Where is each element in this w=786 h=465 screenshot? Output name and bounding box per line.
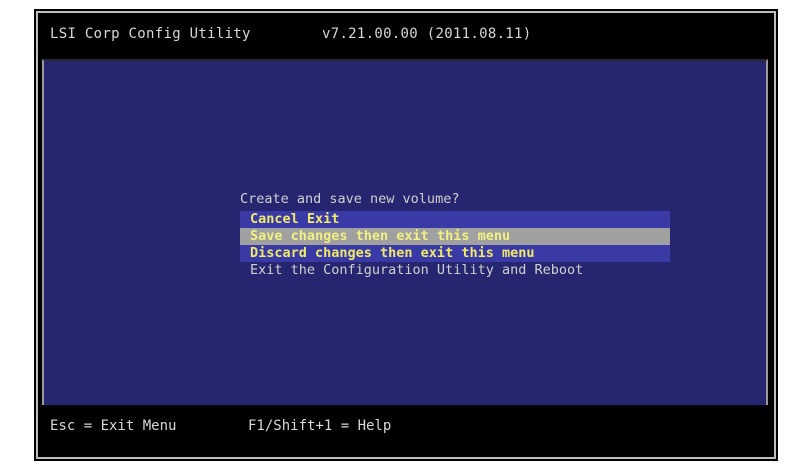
menu-option-save-and-exit[interactable]: Save changes then exit this menu <box>240 228 670 245</box>
esc-hint[interactable]: Esc = Exit Menu <box>50 418 176 434</box>
menu-option-discard-and-exit[interactable]: Discard changes then exit this menu <box>240 245 670 262</box>
app-version: v7.21.00.00 (2011.08.11) <box>322 26 532 42</box>
menu-option-cancel-exit[interactable]: Cancel Exit <box>240 211 670 228</box>
bios-screen: LSI Corp Config Utility v7.21.00.00 (201… <box>34 9 778 461</box>
footer-bar: Esc = Exit Menu F1/Shift+1 = Help <box>38 407 774 455</box>
menu-option-exit-and-reboot[interactable]: Exit the Configuration Utility and Reboo… <box>240 262 670 279</box>
help-hint[interactable]: F1/Shift+1 = Help <box>248 418 391 434</box>
app-title: LSI Corp Config Utility <box>50 26 251 42</box>
dialog-prompt: Create and save new volume? <box>240 191 460 207</box>
exit-menu: Cancel Exit Save changes then exit this … <box>240 211 670 279</box>
header-bar: LSI Corp Config Utility v7.21.00.00 (201… <box>38 13 774 57</box>
main-panel: Create and save new volume? Cancel Exit … <box>42 59 768 405</box>
